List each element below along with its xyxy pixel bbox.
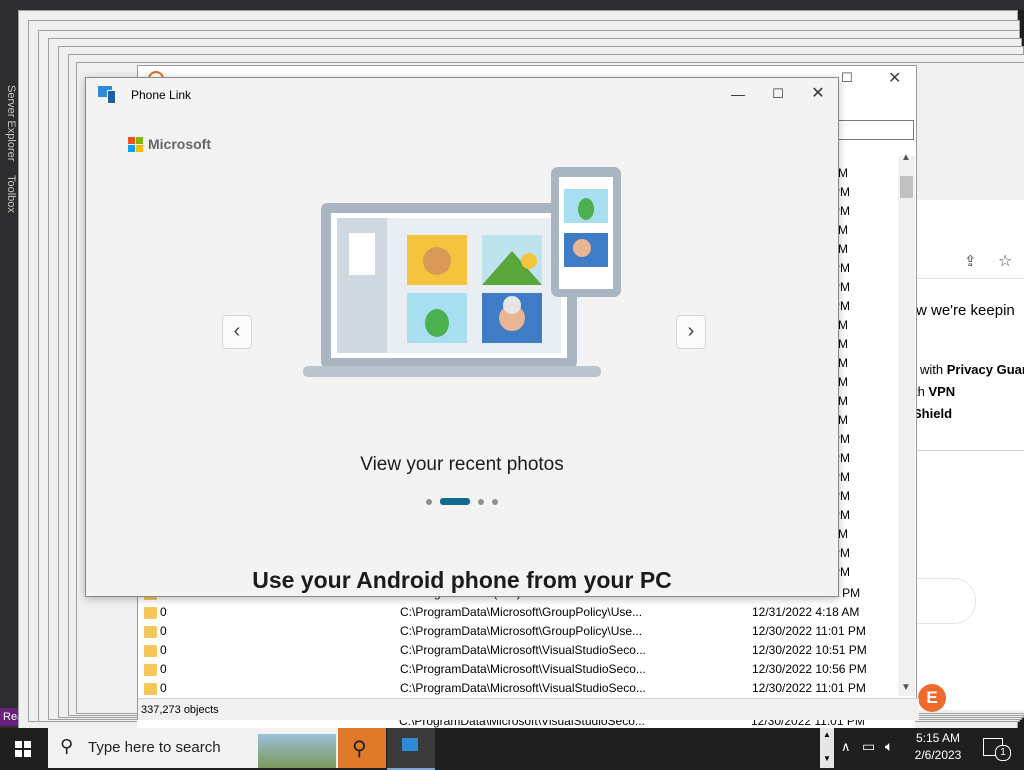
scroll-up-icon[interactable]: ▲: [901, 152, 911, 163]
window-title: Phone Link: [131, 88, 192, 102]
search-icon: ⚲: [60, 736, 74, 756]
list-item[interactable]: 0 C:\ProgramData\Microsoft\GroupPolicy\Us…: [138, 603, 898, 622]
time-fragment: M: [838, 337, 848, 351]
folder-icon: [144, 626, 157, 638]
browser-heading: w we're keepin: [916, 302, 1015, 319]
maximize-icon[interactable]: ☐: [841, 70, 853, 86]
slide-dot[interactable]: [478, 499, 484, 505]
photos-illustration: [303, 167, 621, 377]
phone-link-taskbar-button[interactable]: [387, 728, 435, 770]
everything-results: INETPortableC:\Program Files (x86)\Refer…: [138, 584, 898, 698]
slide-dot[interactable]: [492, 499, 498, 505]
notification-icon[interactable]: 1: [983, 738, 1011, 761]
taskbar-search[interactable]: ⚲ Type here to search: [48, 728, 338, 768]
slide-caption: View your recent photos: [360, 454, 564, 475]
browser-toolbar: ⇪ ☆: [916, 244, 1024, 279]
next-slide-button[interactable]: ›: [676, 315, 706, 349]
list-item[interactable]: 0 C:\ProgramData\Microsoft\VisualStudioSe…: [138, 679, 898, 698]
time-fragment: M: [838, 242, 848, 256]
close-icon[interactable]: ✕: [888, 68, 901, 88]
everything-scrollbar[interactable]: ▲ ▼: [898, 152, 915, 696]
time-fragment: M: [838, 413, 848, 427]
page-headline: Use your Android phone from your PC: [252, 567, 672, 593]
shield-line: Shield: [913, 406, 953, 421]
clock-time: 5:15 AM: [915, 731, 961, 745]
everything-status: 337,273 objects: [138, 698, 919, 721]
privacy-guard-line: with Privacy Guard: [920, 362, 1024, 377]
start-icon[interactable]: [15, 741, 31, 757]
vs-title-bar: [0, 0, 1024, 10]
slide-indicator: [426, 498, 506, 506]
phone-link-icon: [402, 738, 418, 751]
share-icon[interactable]: ⇪: [964, 252, 977, 270]
list-item[interactable]: 0 C:\ProgramData\Microsoft\GroupPolicy\Us…: [138, 622, 898, 641]
ghost-row: C:\ProgramData\Microsoft\VisualStudioSec…: [137, 720, 915, 728]
server-explorer-tab[interactable]: Server Explorer: [5, 85, 17, 161]
list-item[interactable]: 0 C:\ProgramData\Microsoft\VisualStudioSe…: [138, 660, 898, 679]
slide-dot[interactable]: [426, 499, 432, 505]
everything-taskbar-button[interactable]: ⚲: [338, 728, 386, 768]
folder-icon: [144, 683, 157, 695]
phone-link-window: Phone Link — ☐ ✕ Microsoft ‹ › View your…: [85, 77, 839, 597]
etsy-icon[interactable]: E: [918, 684, 946, 712]
scroll-down-icon[interactable]: ▼: [901, 682, 911, 693]
time-fragment: M: [838, 166, 848, 180]
toolbox-tab[interactable]: Toolbox: [5, 175, 17, 213]
clock-date: 2/6/2023: [914, 748, 962, 762]
maximize-icon[interactable]: ☐: [758, 84, 798, 104]
chevron-up-icon[interactable]: ∧: [841, 739, 851, 755]
volume-icon[interactable]: 🔈︎: [885, 738, 893, 755]
folder-icon: [144, 645, 157, 657]
time-fragment: M: [838, 527, 848, 541]
previous-slide-button[interactable]: ‹: [222, 315, 252, 349]
time-fragment: M: [838, 356, 848, 370]
time-fragment: M: [838, 223, 848, 237]
search-highlight-image: [258, 734, 336, 768]
folder-icon: [144, 607, 157, 619]
close-icon[interactable]: ✕: [798, 84, 838, 104]
vpn-line: th VPN: [914, 384, 956, 399]
magnifier-icon: ⚲: [352, 738, 367, 760]
taskbar-scroll[interactable]: ▲ ▼: [820, 728, 834, 768]
everything-search-input[interactable]: [838, 120, 914, 140]
folder-icon: [144, 664, 157, 676]
slide-dot-active[interactable]: [440, 498, 470, 505]
notification-badge: 1: [995, 745, 1011, 761]
network-icon[interactable]: ▭: [862, 738, 875, 755]
time-fragment: M: [838, 394, 848, 408]
bookmark-star-icon[interactable]: ☆: [998, 251, 1012, 271]
minimize-icon[interactable]: —: [718, 84, 758, 104]
phone-link-app-icon: [98, 86, 116, 104]
taskbar: ⚲ Type here to search ⚲ ▲ ▼ ∧ ▭ 🔈︎ 5:15 …: [0, 728, 1024, 770]
scrollbar-thumb[interactable]: [900, 176, 913, 198]
list-item[interactable]: 0 C:\ProgramData\Microsoft\VisualStudioSe…: [138, 641, 898, 660]
taskbar-clock[interactable]: 5:15 AM 2/6/2023: [905, 730, 971, 764]
time-fragment: M: [838, 375, 848, 389]
time-fragment: M: [838, 318, 848, 332]
search-placeholder: Type here to search: [88, 739, 221, 756]
